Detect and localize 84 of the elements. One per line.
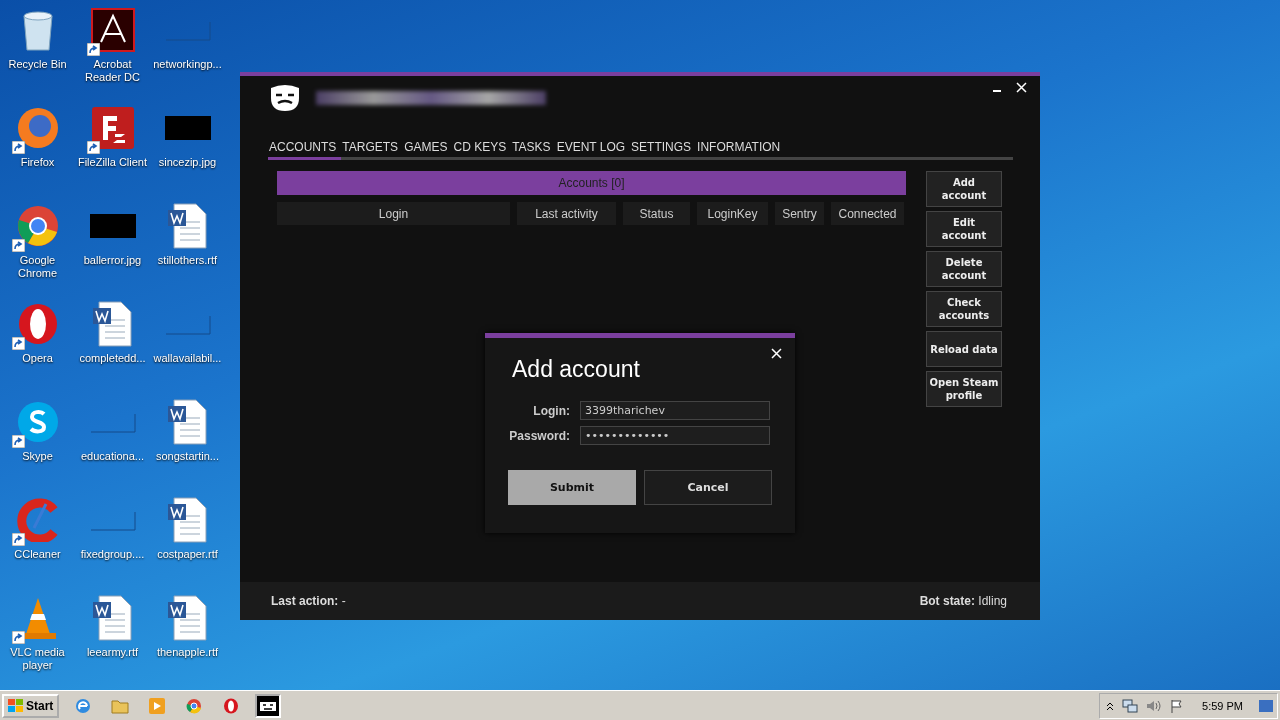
- dialog-button[interactable]: Submit: [508, 470, 636, 505]
- tab[interactable]: EVENT LOG: [555, 140, 631, 160]
- network-icon[interactable]: [1122, 698, 1139, 713]
- mask-logo-icon: [268, 84, 302, 112]
- firefox-icon: [15, 106, 60, 150]
- desktop-icon-label[interactable]: songstartin...: [150, 450, 225, 463]
- desktop-icon-label[interactable]: Firefox: [0, 156, 75, 169]
- ccleaner-icon: [15, 498, 60, 542]
- show-desktop-icon[interactable]: [1259, 699, 1273, 712]
- side-button[interactable]: Check accounts: [926, 291, 1002, 327]
- minimize-icon: [993, 90, 1001, 92]
- desktop-icon-label[interactable]: Acrobat Reader DC: [75, 58, 150, 84]
- close-icon: [1015, 81, 1027, 93]
- start-button[interactable]: Start: [2, 693, 60, 718]
- desktop-icon-label[interactable]: Google Chrome: [0, 254, 75, 280]
- desktop-icon-label[interactable]: FileZilla Client: [75, 156, 150, 169]
- media-player-icon: [149, 697, 166, 714]
- desktop-icon-label[interactable]: VLC media player: [0, 646, 75, 672]
- dialog-title: Add account: [512, 356, 641, 383]
- chrome-icon: [15, 204, 60, 248]
- side-button[interactable]: Open Steam profile: [926, 371, 1002, 407]
- document-icon: [165, 594, 210, 642]
- document-icon: [165, 496, 210, 544]
- desktop-icon-label[interactable]: stillothers.rtf: [150, 254, 225, 267]
- close-icon: [770, 347, 782, 359]
- field-label: Login:: [532, 403, 570, 418]
- last-action-text: Last action: -: [271, 594, 346, 608]
- windows-logo-icon: [8, 698, 24, 713]
- image-thumbnail-icon: [89, 214, 136, 238]
- tab[interactable]: GAMES: [403, 140, 453, 160]
- taskbar-app-button[interactable]: [255, 693, 282, 718]
- chrome-icon: [186, 697, 203, 714]
- desktop-icon-label[interactable]: Recycle Bin: [0, 58, 75, 71]
- desktop-icon-label[interactable]: costpaper.rtf: [150, 548, 225, 561]
- column-header[interactable]: Status: [623, 202, 690, 225]
- folder-icon: [111, 697, 130, 714]
- column-header[interactable]: Login: [277, 202, 510, 225]
- desktop-icon-label[interactable]: Opera: [0, 352, 75, 365]
- field-label: Password:: [508, 428, 570, 443]
- column-header[interactable]: LoginKey: [697, 202, 768, 225]
- tab[interactable]: CD KEYS: [452, 140, 512, 160]
- bot-state-text: Bot state: Idling: [919, 594, 1007, 608]
- side-button[interactable]: Edit account: [926, 211, 1002, 247]
- filezilla-icon: [90, 106, 135, 150]
- tab[interactable]: ACCOUNTS: [268, 140, 342, 160]
- desktop-icon-label[interactable]: completedd...: [75, 352, 150, 365]
- clock[interactable]: 5:59 PM: [1202, 699, 1243, 712]
- desktop-icon-label[interactable]: educationa...: [75, 450, 150, 463]
- column-header[interactable]: Sentry: [775, 202, 824, 225]
- globe-e-icon: [74, 696, 93, 715]
- desktop-icon-label[interactable]: fixedgroup....: [75, 548, 150, 561]
- desktop-icon-label[interactable]: sincezip.jpg: [150, 156, 225, 169]
- speaker-icon[interactable]: [1146, 698, 1163, 713]
- document-icon: [90, 300, 135, 348]
- close-button[interactable]: [769, 346, 783, 360]
- dialog-button[interactable]: Cancel: [644, 470, 772, 505]
- desktop-icon-label[interactable]: wallavailabil...: [150, 352, 225, 365]
- close-button[interactable]: [1014, 80, 1028, 94]
- side-button[interactable]: Reload data: [926, 331, 1002, 367]
- desktop-icon-label[interactable]: Skype: [0, 450, 75, 463]
- input-field[interactable]: •••••••••••••: [580, 426, 770, 445]
- tab[interactable]: SETTINGS: [630, 140, 697, 160]
- side-button[interactable]: Delete account: [926, 251, 1002, 287]
- desktop-icon-label[interactable]: CCleaner: [0, 548, 75, 561]
- tab[interactable]: INFORMATION: [696, 140, 786, 160]
- tab[interactable]: TASKS: [511, 140, 556, 160]
- input-field[interactable]: 3399tharichev: [580, 401, 770, 420]
- document-icon: [165, 202, 210, 250]
- document-icon: [165, 398, 210, 446]
- skype-icon: [15, 400, 60, 444]
- chevron-up-icon[interactable]: [1106, 700, 1115, 711]
- desktop-icon-label[interactable]: leearmy.rtf: [75, 646, 150, 659]
- desktop-icon-label[interactable]: ballerror.jpg: [75, 254, 150, 267]
- image-thumbnail-icon: [164, 116, 211, 140]
- opera-icon: [223, 697, 240, 714]
- acrobat-icon: [90, 8, 135, 52]
- table-title: Accounts [0]: [277, 171, 906, 195]
- column-header[interactable]: Connected: [831, 202, 904, 225]
- desktop-icon-label[interactable]: networkingp...: [150, 58, 225, 71]
- flag-icon[interactable]: [1170, 698, 1185, 713]
- side-button[interactable]: Add account: [926, 171, 1002, 207]
- column-header[interactable]: Last activity: [517, 202, 616, 225]
- document-icon: [90, 594, 135, 642]
- tab[interactable]: TARGETS: [341, 140, 404, 160]
